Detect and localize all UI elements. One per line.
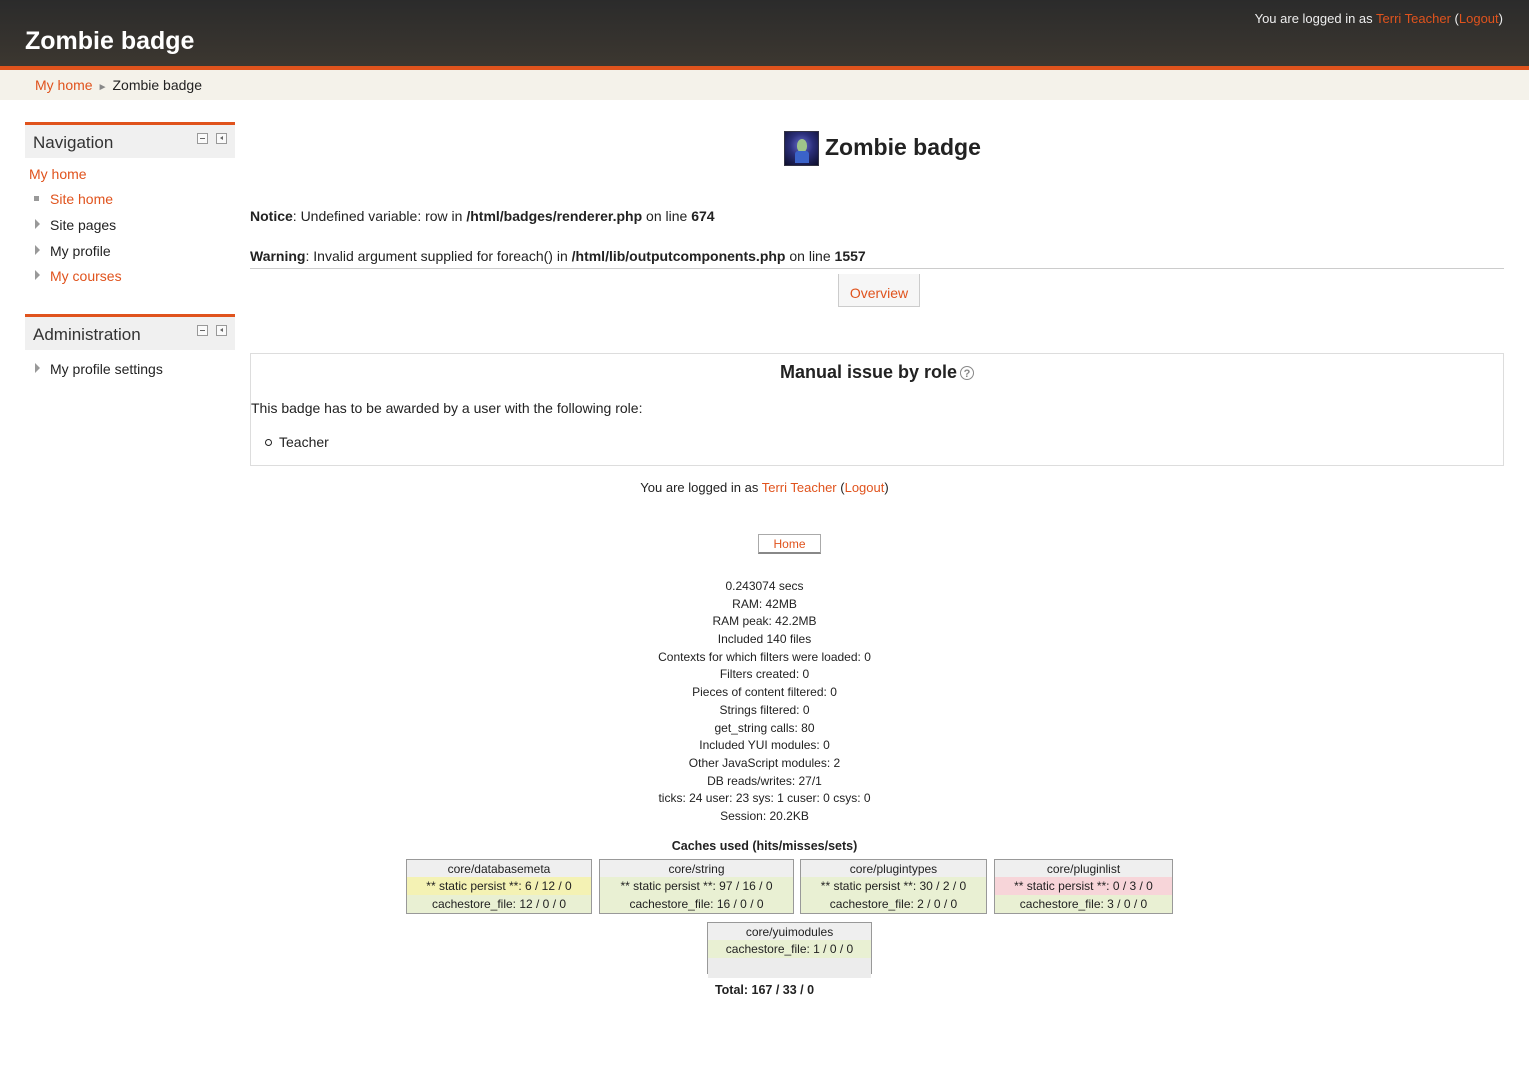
criteria-box: Manual issue by role? This badge has to … — [250, 353, 1504, 466]
cache-row: cachestore_file: 2 / 0 / 0 — [801, 895, 986, 913]
notice-line: 674 — [691, 208, 715, 224]
perf-line: RAM: 42MB — [732, 596, 797, 611]
cache-name: core/databasemeta — [407, 860, 591, 877]
perf-line: Filters created: 0 — [719, 667, 810, 682]
perf-line: 0.243074 secs — [725, 579, 804, 593]
nav-my-profile-settings[interactable]: My profile settings — [50, 361, 163, 377]
notice-label: Notice — [250, 208, 293, 224]
collapse-block-icon[interactable] — [197, 133, 208, 144]
cache-box: core/plugintypes ** static persist **: 3… — [800, 859, 987, 914]
dock-block-icon[interactable] — [216, 133, 227, 144]
caches-title: Caches used (hits/misses/sets) — [671, 839, 858, 853]
notice-text: : Undefined variable: row in — [292, 208, 467, 224]
notice-text-online: on line — [642, 208, 692, 224]
cache-box: core/databasemeta ** static persist **: … — [406, 859, 592, 914]
cache-row: ** static persist **: 30 / 2 / 0 — [801, 877, 986, 895]
page-header: Zombie badge You are logged in as Terri … — [0, 0, 1529, 70]
nav-my-profile[interactable]: My profile — [50, 243, 111, 259]
php-notice: Notice: Undefined variable: row in /html… — [250, 208, 715, 224]
breadcrumb-separator: ► — [97, 82, 108, 93]
perf-line: ticks: 24 user: 23 sys: 1 cuser: 0 csys:… — [658, 791, 871, 806]
perf-line: Other JavaScript modules: 2 — [688, 755, 841, 770]
badge-title: Zombie badge — [825, 134, 981, 160]
home-button[interactable]: Home — [758, 534, 821, 554]
cache-row-empty — [708, 958, 871, 978]
circle-bullet-icon — [265, 439, 272, 446]
zombie-badge-image — [784, 131, 819, 166]
nav-site-pages[interactable]: Site pages — [50, 217, 116, 233]
nav-my-home[interactable]: My home — [29, 166, 87, 182]
expand-triangle-icon[interactable] — [35, 270, 40, 280]
expand-triangle-icon[interactable] — [35, 245, 40, 255]
criteria-role-item: Teacher — [279, 434, 329, 450]
cache-name: core/plugintypes — [801, 860, 986, 877]
nav-my-courses[interactable]: My courses — [50, 268, 122, 284]
collapse-block-icon[interactable] — [197, 325, 208, 336]
php-warning: Warning: Invalid argument supplied for f… — [250, 248, 866, 264]
cache-total: Total: 167 / 33 / 0 — [714, 983, 815, 997]
performance-info: 0.243074 secs RAM: 42MB RAM peak: 42.2MB… — [0, 578, 1529, 826]
footer-login-prefix: You are logged in as — [640, 480, 762, 495]
warning-text-online: on line — [785, 248, 835, 264]
cache-name: core/yuimodules — [708, 923, 871, 940]
footer-logout-link[interactable]: Logout — [845, 480, 885, 495]
breadcrumb-my-home[interactable]: My home — [35, 77, 93, 93]
perf-line: RAM peak: 42.2MB — [712, 614, 817, 629]
criteria-description: This badge has to be awarded by a user w… — [251, 400, 643, 416]
warning-line: 1557 — [834, 248, 866, 264]
nav-site-home[interactable]: Site home — [50, 191, 113, 207]
cache-row: ** static persist **: 6 / 12 / 0 — [407, 877, 591, 895]
cache-row: cachestore_file: 16 / 0 / 0 — [600, 895, 793, 913]
perf-line: Session: 20.2KB — [720, 808, 809, 823]
warning-text: : Invalid argument supplied for foreach(… — [305, 248, 572, 264]
login-prefix: You are logged in as — [1254, 11, 1377, 26]
cache-name: core/string — [600, 860, 793, 877]
cache-row: ** static persist **: 97 / 16 / 0 — [600, 877, 793, 895]
help-icon[interactable]: ? — [960, 366, 975, 381]
administration-block-header: Administration — [25, 314, 235, 350]
cache-row: cachestore_file: 1 / 0 / 0 — [708, 940, 871, 958]
cache-box: core/yuimodules cachestore_file: 1 / 0 /… — [707, 922, 872, 978]
notice-file: /html/badges/renderer.php — [466, 208, 643, 224]
perf-line: get_string calls: 80 — [714, 720, 815, 735]
perf-line: Included 140 files — [717, 632, 812, 647]
perf-line: Included YUI modules: 0 — [699, 738, 830, 753]
cache-row: cachestore_file: 12 / 0 / 0 — [407, 895, 591, 913]
perf-line: Pieces of content filtered: 0 — [692, 685, 837, 700]
footer-login-info: You are logged in as Terri Teacher (Logo… — [640, 480, 889, 495]
criteria-title: Manual issue by role? — [251, 362, 1503, 383]
administration-block-title: Administration — [33, 325, 141, 344]
warning-label: Warning — [250, 248, 306, 264]
tab-divider — [250, 268, 1504, 269]
criteria-title-text: Manual issue by role — [779, 362, 958, 382]
navbar — [0, 70, 1529, 100]
tab-overview[interactable]: Overview — [838, 274, 920, 307]
square-bullet-icon — [34, 196, 39, 201]
breadcrumb: My home ► Zombie badge — [35, 77, 202, 93]
warning-file: /html/lib/outputcomponents.php — [571, 248, 786, 264]
footer-user-profile-link[interactable]: Terri Teacher — [762, 480, 837, 495]
cache-box: core/pluginlist ** static persist **: 0 … — [994, 859, 1173, 914]
navigation-block: Navigation — [25, 122, 235, 292]
logout-link[interactable]: Logout — [1459, 11, 1499, 26]
breadcrumb-current: Zombie badge — [112, 77, 202, 93]
user-profile-link[interactable]: Terri Teacher — [1376, 11, 1451, 26]
site-title: Zombie badge — [25, 27, 195, 55]
cache-row: cachestore_file: 3 / 0 / 0 — [995, 895, 1172, 913]
navigation-block-header: Navigation — [25, 122, 235, 158]
perf-line: Strings filtered: 0 — [719, 702, 810, 717]
dock-block-icon[interactable] — [216, 325, 227, 336]
cache-name: core/pluginlist — [995, 860, 1172, 877]
perf-line: DB reads/writes: 27/1 — [707, 773, 822, 788]
perf-line: Contexts for which filters were loaded: … — [658, 649, 871, 664]
login-info: You are logged in as Terri Teacher (Logo… — [1254, 11, 1503, 26]
navigation-block-title: Navigation — [33, 133, 114, 152]
cache-row: ** static persist **: 0 / 3 / 0 — [995, 877, 1172, 895]
cache-box: core/string ** static persist **: 97 / 1… — [599, 859, 794, 914]
expand-triangle-icon[interactable] — [35, 363, 40, 373]
expand-triangle-icon[interactable] — [35, 219, 40, 229]
